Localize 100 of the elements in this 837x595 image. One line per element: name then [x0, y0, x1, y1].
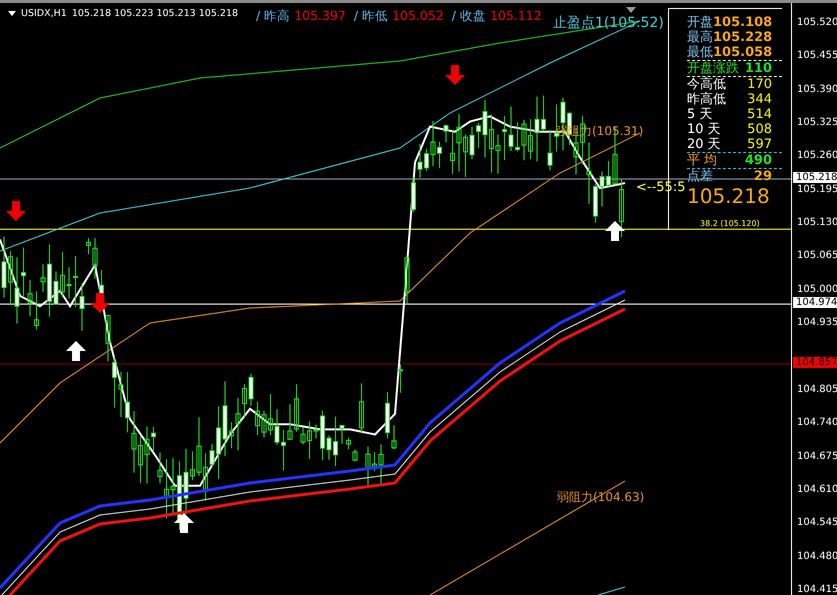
- candle: [281, 429, 286, 471]
- candle: [424, 148, 429, 172]
- info-label: 最高: [687, 30, 713, 45]
- candle: [418, 143, 422, 178]
- price-tick: 104.415: [797, 584, 837, 595]
- price-tick: 104.675: [797, 450, 837, 462]
- candle: [600, 171, 604, 208]
- candle: [326, 435, 332, 460]
- candle: [359, 382, 364, 434]
- info-label: 开盘涨跌: [687, 61, 739, 76]
- candle: [366, 446, 370, 487]
- candle: [60, 251, 65, 298]
- price-tag: 104.857: [793, 357, 837, 368]
- info-value: 490: [744, 153, 772, 168]
- candle: [444, 124, 448, 143]
- info-label: 20 天: [687, 137, 721, 152]
- candle: [73, 256, 78, 308]
- info-value: 508: [747, 122, 772, 137]
- candle: [522, 119, 526, 161]
- candle: [619, 178, 624, 238]
- support-line: [598, 586, 626, 595]
- candle: [300, 426, 306, 445]
- info-value: 597: [747, 137, 772, 152]
- up-arrow-icon: [66, 341, 86, 361]
- candle: [606, 160, 611, 188]
- candle: [489, 114, 494, 174]
- candle: [411, 176, 416, 213]
- candle: [118, 371, 124, 418]
- candle: [548, 129, 552, 171]
- candle: [125, 371, 130, 433]
- candle: [320, 410, 325, 461]
- candle: [138, 436, 143, 484]
- candle: [294, 384, 299, 432]
- candle: [28, 280, 32, 317]
- candle: [255, 401, 260, 436]
- candle: [463, 134, 468, 178]
- price-tick: 105.065: [797, 250, 837, 262]
- candle: [528, 118, 533, 160]
- info-label: 开盘: [687, 15, 713, 30]
- down-arrow-icon: [90, 293, 110, 313]
- bid-price: 105.218: [687, 184, 771, 208]
- candle: [496, 134, 500, 174]
- candle: [80, 283, 84, 332]
- candle: [392, 424, 396, 450]
- info-label: 平 均: [687, 153, 718, 168]
- shift-marker-icon: [626, 7, 636, 13]
- info-label: 昨高低: [687, 92, 726, 107]
- candle: [8, 250, 13, 306]
- chart-label: 弱阻力(104.63): [557, 489, 644, 506]
- candle: [66, 266, 72, 300]
- candle: [268, 393, 273, 436]
- candle: [144, 426, 150, 484]
- candle: [132, 410, 136, 474]
- candle: [340, 424, 344, 444]
- candle: [404, 256, 410, 306]
- candle: [456, 113, 462, 172]
- up-arrow-icon: [174, 513, 194, 533]
- candle: [470, 126, 474, 160]
- candle: [196, 416, 202, 476]
- candle: [54, 271, 58, 305]
- candle: [242, 384, 247, 419]
- candle: [86, 238, 91, 255]
- previous-day-value: / 收盘 105.112: [452, 8, 542, 25]
- dropdown-icon[interactable]: [8, 11, 16, 16]
- price-tag: 104.974: [793, 297, 837, 308]
- price-tick: 105.325: [797, 117, 837, 128]
- price-tag: 105.218: [793, 172, 837, 183]
- info-label: 5 天: [687, 107, 712, 122]
- candle: [515, 122, 520, 152]
- info-value: 110: [744, 61, 772, 76]
- price-tick: 104.935: [797, 317, 837, 328]
- candle: [248, 373, 254, 406]
- quote-values: 105.218 105.223 105.213 105.218: [72, 8, 238, 19]
- info-value: 105.108: [713, 15, 772, 30]
- info-label: 今高低: [687, 77, 726, 92]
- info-label: 最低: [687, 45, 713, 60]
- candle: [210, 444, 214, 468]
- info-value: 514: [747, 107, 772, 122]
- down-arrow-icon: [445, 65, 465, 85]
- price-tick: 104.805: [797, 384, 837, 395]
- candle: [534, 96, 540, 162]
- candle: [288, 404, 292, 440]
- candle: [430, 120, 436, 167]
- candle: [40, 264, 46, 292]
- candle: [2, 236, 6, 298]
- price-tick: 105.195: [797, 184, 837, 195]
- candle: [307, 420, 312, 460]
- candle: [385, 391, 390, 439]
- candle: [502, 115, 507, 161]
- candle: [170, 457, 176, 515]
- chart-label: 38.2 (105.120): [700, 219, 760, 228]
- candle: [450, 130, 455, 175]
- price-tick: 104.545: [797, 517, 837, 528]
- candle: [437, 141, 442, 169]
- previous-day-value: / 昨低 105.052: [354, 8, 444, 25]
- candle: [21, 246, 26, 297]
- candle: [184, 448, 188, 515]
- candle: [164, 458, 169, 519]
- candle: [372, 452, 377, 472]
- info-value: 344: [747, 92, 772, 107]
